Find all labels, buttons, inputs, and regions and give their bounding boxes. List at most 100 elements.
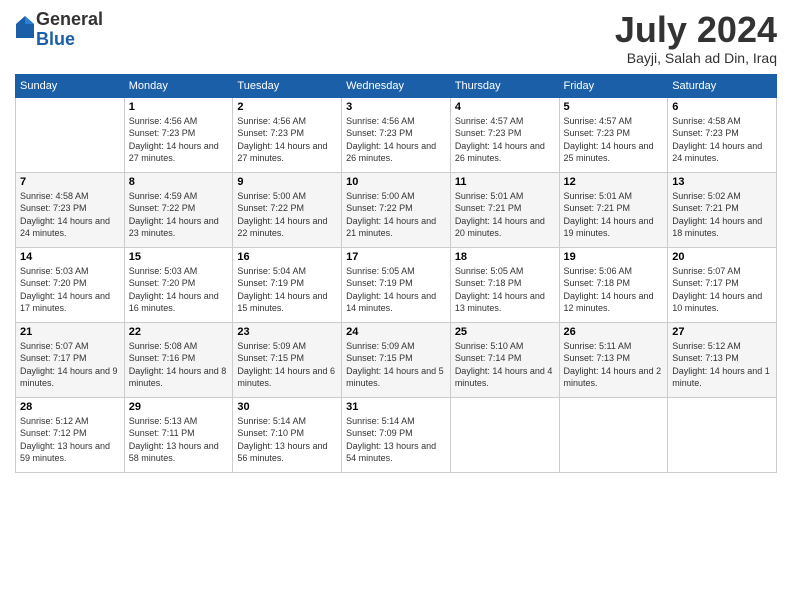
day-info: Sunrise: 4:57 AMSunset: 7:23 PMDaylight:… [455, 115, 555, 165]
day-info: Sunrise: 5:09 AMSunset: 7:15 PMDaylight:… [237, 340, 337, 390]
day-number: 20 [672, 251, 772, 263]
logo-general-text: General [36, 9, 103, 29]
day-number: 26 [564, 326, 664, 338]
day-number: 17 [346, 251, 446, 263]
day-info: Sunrise: 5:08 AMSunset: 7:16 PMDaylight:… [129, 340, 229, 390]
day-number: 30 [237, 401, 337, 413]
day-number: 22 [129, 326, 229, 338]
table-row: 6 Sunrise: 4:58 AMSunset: 7:23 PMDaylight… [668, 97, 777, 172]
table-row: 2 Sunrise: 4:56 AMSunset: 7:23 PMDaylight… [233, 97, 342, 172]
day-number: 21 [20, 326, 120, 338]
week-row-1: 7 Sunrise: 4:58 AMSunset: 7:23 PMDaylight… [16, 172, 777, 247]
table-row: 11Sunrise: 5:01 AMSunset: 7:21 PMDayligh… [450, 172, 559, 247]
week-row-0: 1 Sunrise: 4:56 AMSunset: 7:23 PMDaylight… [16, 97, 777, 172]
day-number: 11 [455, 176, 555, 188]
logo: General Blue [15, 10, 103, 50]
calendar-location: Bayji, Salah ad Din, Iraq [615, 50, 777, 66]
header-sunday: Sunday [16, 74, 125, 97]
logo-icon [16, 16, 34, 38]
day-number: 13 [672, 176, 772, 188]
day-number: 8 [129, 176, 229, 188]
header: General Blue July 2024 Bayji, Salah ad D… [15, 10, 777, 66]
day-info: Sunrise: 5:03 AMSunset: 7:20 PMDaylight:… [20, 265, 120, 315]
table-row: 3 Sunrise: 4:56 AMSunset: 7:23 PMDaylight… [342, 97, 451, 172]
day-info: Sunrise: 4:58 AMSunset: 7:23 PMDaylight:… [20, 190, 120, 240]
day-info: Sunrise: 5:06 AMSunset: 7:18 PMDaylight:… [564, 265, 664, 315]
day-number: 25 [455, 326, 555, 338]
day-number: 14 [20, 251, 120, 263]
table-row: 23 Sunrise: 5:09 AMSunset: 7:15 PMDayligh… [233, 322, 342, 397]
day-info: Sunrise: 4:58 AMSunset: 7:23 PMDaylight:… [672, 115, 772, 165]
day-info: Sunrise: 4:57 AMSunset: 7:23 PMDaylight:… [564, 115, 664, 165]
day-info: Sunrise: 4:56 AMSunset: 7:23 PMDaylight:… [346, 115, 446, 165]
calendar-title: July 2024 [615, 10, 777, 50]
table-row: 24Sunrise: 5:09 AMSunset: 7:15 PMDayligh… [342, 322, 451, 397]
table-row: 8 Sunrise: 4:59 AMSunset: 7:22 PMDaylight… [124, 172, 233, 247]
table-row: 19 Sunrise: 5:06 AMSunset: 7:18 PMDayligh… [559, 247, 668, 322]
day-number: 23 [237, 326, 337, 338]
table-row: 31 Sunrise: 5:14 AMSunset: 7:09 PMDayligh… [342, 397, 451, 472]
day-number: 18 [455, 251, 555, 263]
day-number: 19 [564, 251, 664, 263]
header-tuesday: Tuesday [233, 74, 342, 97]
table-row: 29 Sunrise: 5:13 AMSunset: 7:11 PMDayligh… [124, 397, 233, 472]
day-info: Sunrise: 5:01 AMSunset: 7:21 PMDaylight:… [564, 190, 664, 240]
day-number: 6 [672, 101, 772, 113]
day-number: 12 [564, 176, 664, 188]
day-info: Sunrise: 5:13 AMSunset: 7:11 PMDaylight:… [129, 415, 229, 465]
week-row-4: 28Sunrise: 5:12 AMSunset: 7:12 PMDayligh… [16, 397, 777, 472]
day-info: Sunrise: 5:02 AMSunset: 7:21 PMDaylight:… [672, 190, 772, 240]
day-number: 3 [346, 101, 446, 113]
day-info: Sunrise: 5:09 AMSunset: 7:15 PMDaylight:… [346, 340, 446, 390]
table-row: 13 Sunrise: 5:02 AMSunset: 7:21 PMDayligh… [668, 172, 777, 247]
table-row: 25Sunrise: 5:10 AMSunset: 7:14 PMDayligh… [450, 322, 559, 397]
day-number: 7 [20, 176, 120, 188]
week-row-3: 21 Sunrise: 5:07 AMSunset: 7:17 PMDayligh… [16, 322, 777, 397]
day-number: 4 [455, 101, 555, 113]
day-number: 29 [129, 401, 229, 413]
day-info: Sunrise: 5:12 AMSunset: 7:12 PMDaylight:… [20, 415, 120, 465]
day-info: Sunrise: 5:11 AMSunset: 7:13 PMDaylight:… [564, 340, 664, 390]
day-number: 31 [346, 401, 446, 413]
table-row: 10Sunrise: 5:00 AMSunset: 7:22 PMDayligh… [342, 172, 451, 247]
table-row [450, 397, 559, 472]
table-row [668, 397, 777, 472]
day-info: Sunrise: 5:05 AMSunset: 7:18 PMDaylight:… [455, 265, 555, 315]
table-row: 14 Sunrise: 5:03 AMSunset: 7:20 PMDayligh… [16, 247, 125, 322]
table-row: 1 Sunrise: 4:56 AMSunset: 7:23 PMDaylight… [124, 97, 233, 172]
table-row [16, 97, 125, 172]
day-info: Sunrise: 5:05 AMSunset: 7:19 PMDaylight:… [346, 265, 446, 315]
table-row: 20 Sunrise: 5:07 AMSunset: 7:17 PMDayligh… [668, 247, 777, 322]
day-info: Sunrise: 5:07 AMSunset: 7:17 PMDaylight:… [672, 265, 772, 315]
header-monday: Monday [124, 74, 233, 97]
table-row: 22 Sunrise: 5:08 AMSunset: 7:16 PMDayligh… [124, 322, 233, 397]
day-info: Sunrise: 5:04 AMSunset: 7:19 PMDaylight:… [237, 265, 337, 315]
day-info: Sunrise: 5:03 AMSunset: 7:20 PMDaylight:… [129, 265, 229, 315]
day-number: 1 [129, 101, 229, 113]
table-row: 9Sunrise: 5:00 AMSunset: 7:22 PMDaylight… [233, 172, 342, 247]
table-row: 27 Sunrise: 5:12 AMSunset: 7:13 PMDayligh… [668, 322, 777, 397]
day-info: Sunrise: 5:14 AMSunset: 7:09 PMDaylight:… [346, 415, 446, 465]
table-row: 28Sunrise: 5:12 AMSunset: 7:12 PMDayligh… [16, 397, 125, 472]
day-info: Sunrise: 4:59 AMSunset: 7:22 PMDaylight:… [129, 190, 229, 240]
table-row: 21 Sunrise: 5:07 AMSunset: 7:17 PMDayligh… [16, 322, 125, 397]
day-info: Sunrise: 5:07 AMSunset: 7:17 PMDaylight:… [20, 340, 120, 390]
day-number: 27 [672, 326, 772, 338]
day-number: 2 [237, 101, 337, 113]
day-info: Sunrise: 5:14 AMSunset: 7:10 PMDaylight:… [237, 415, 337, 465]
table-row: 5Sunrise: 4:57 AMSunset: 7:23 PMDaylight… [559, 97, 668, 172]
day-number: 9 [237, 176, 337, 188]
table-row: 30 Sunrise: 5:14 AMSunset: 7:10 PMDayligh… [233, 397, 342, 472]
day-number: 15 [129, 251, 229, 263]
calendar-table: Sunday Monday Tuesday Wednesday Thursday… [15, 74, 777, 473]
day-info: Sunrise: 5:12 AMSunset: 7:13 PMDaylight:… [672, 340, 772, 390]
page: General Blue July 2024 Bayji, Salah ad D… [0, 0, 792, 612]
table-row: 12 Sunrise: 5:01 AMSunset: 7:21 PMDayligh… [559, 172, 668, 247]
table-row: 15 Sunrise: 5:03 AMSunset: 7:20 PMDayligh… [124, 247, 233, 322]
table-row: 4 Sunrise: 4:57 AMSunset: 7:23 PMDaylight… [450, 97, 559, 172]
table-row: 16 Sunrise: 5:04 AMSunset: 7:19 PMDayligh… [233, 247, 342, 322]
day-info: Sunrise: 4:56 AMSunset: 7:23 PMDaylight:… [237, 115, 337, 165]
day-number: 16 [237, 251, 337, 263]
header-wednesday: Wednesday [342, 74, 451, 97]
day-info: Sunrise: 4:56 AMSunset: 7:23 PMDaylight:… [129, 115, 229, 165]
